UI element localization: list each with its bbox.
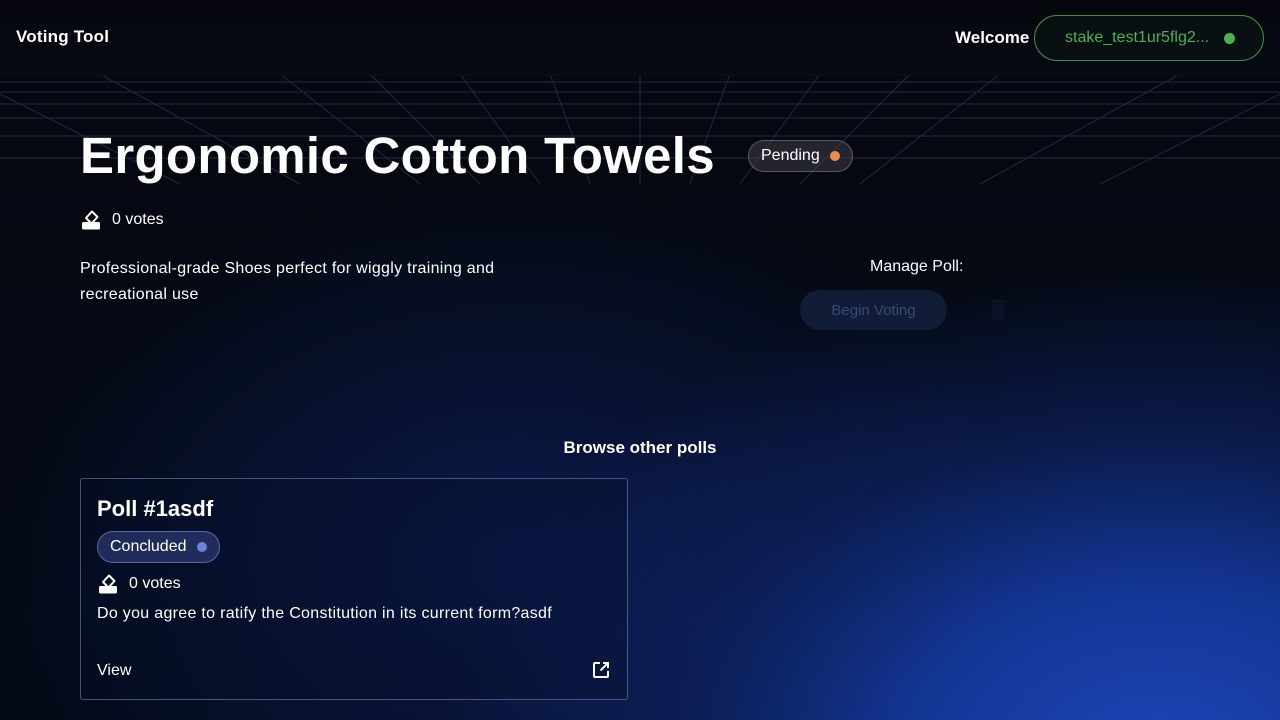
poll-status-label: Pending <box>761 147 820 164</box>
wallet-address-button[interactable]: stake_test1ur5flg2... <box>1034 15 1264 61</box>
status-dot <box>196 542 207 552</box>
wallet-connected-indicator <box>1224 33 1235 44</box>
trash-icon[interactable] <box>988 299 1008 321</box>
begin-voting-button[interactable]: Begin Voting <box>800 290 947 330</box>
ballot-box-icon <box>99 574 117 594</box>
browse-polls-heading: Browse other polls <box>563 438 717 457</box>
external-link-icon[interactable] <box>592 661 610 679</box>
poll-card-question: Do you agree to ratify the Constitution … <box>97 605 552 622</box>
poll-card-status-label: Concluded <box>110 538 187 555</box>
poll-votes-count: 0 votes <box>112 211 164 228</box>
poll-title: Ergonomic Cotton Towels <box>80 127 715 184</box>
manage-poll-label: Manage Poll: <box>870 258 964 275</box>
poll-card-votes: 0 votes <box>97 573 181 595</box>
poll-status-badge: Pending <box>748 140 853 172</box>
welcome-text: Welcome <box>955 28 1030 47</box>
app-brand[interactable]: Voting Tool <box>16 27 109 47</box>
wallet-address-label: stake_test1ur5flg2... <box>1065 29 1210 46</box>
ballot-box-icon <box>82 210 100 230</box>
status-dot <box>829 151 840 161</box>
poll-card-status-badge: Concluded <box>97 531 220 563</box>
poll-votes: 0 votes <box>80 209 164 231</box>
poll-card-view-link[interactable]: View <box>97 662 131 680</box>
poll-description: Professional-grade Shoes perfect for wig… <box>80 260 495 303</box>
poll-card-title: Poll #1asdf <box>97 496 214 521</box>
top-navbar: Voting Tool Welcome stake_test1ur5flg2..… <box>0 0 1280 76</box>
poll-card[interactable]: Poll #1asdf Concluded 0 votes Do you agr… <box>80 478 628 700</box>
poll-card-votes-count: 0 votes <box>129 575 181 592</box>
